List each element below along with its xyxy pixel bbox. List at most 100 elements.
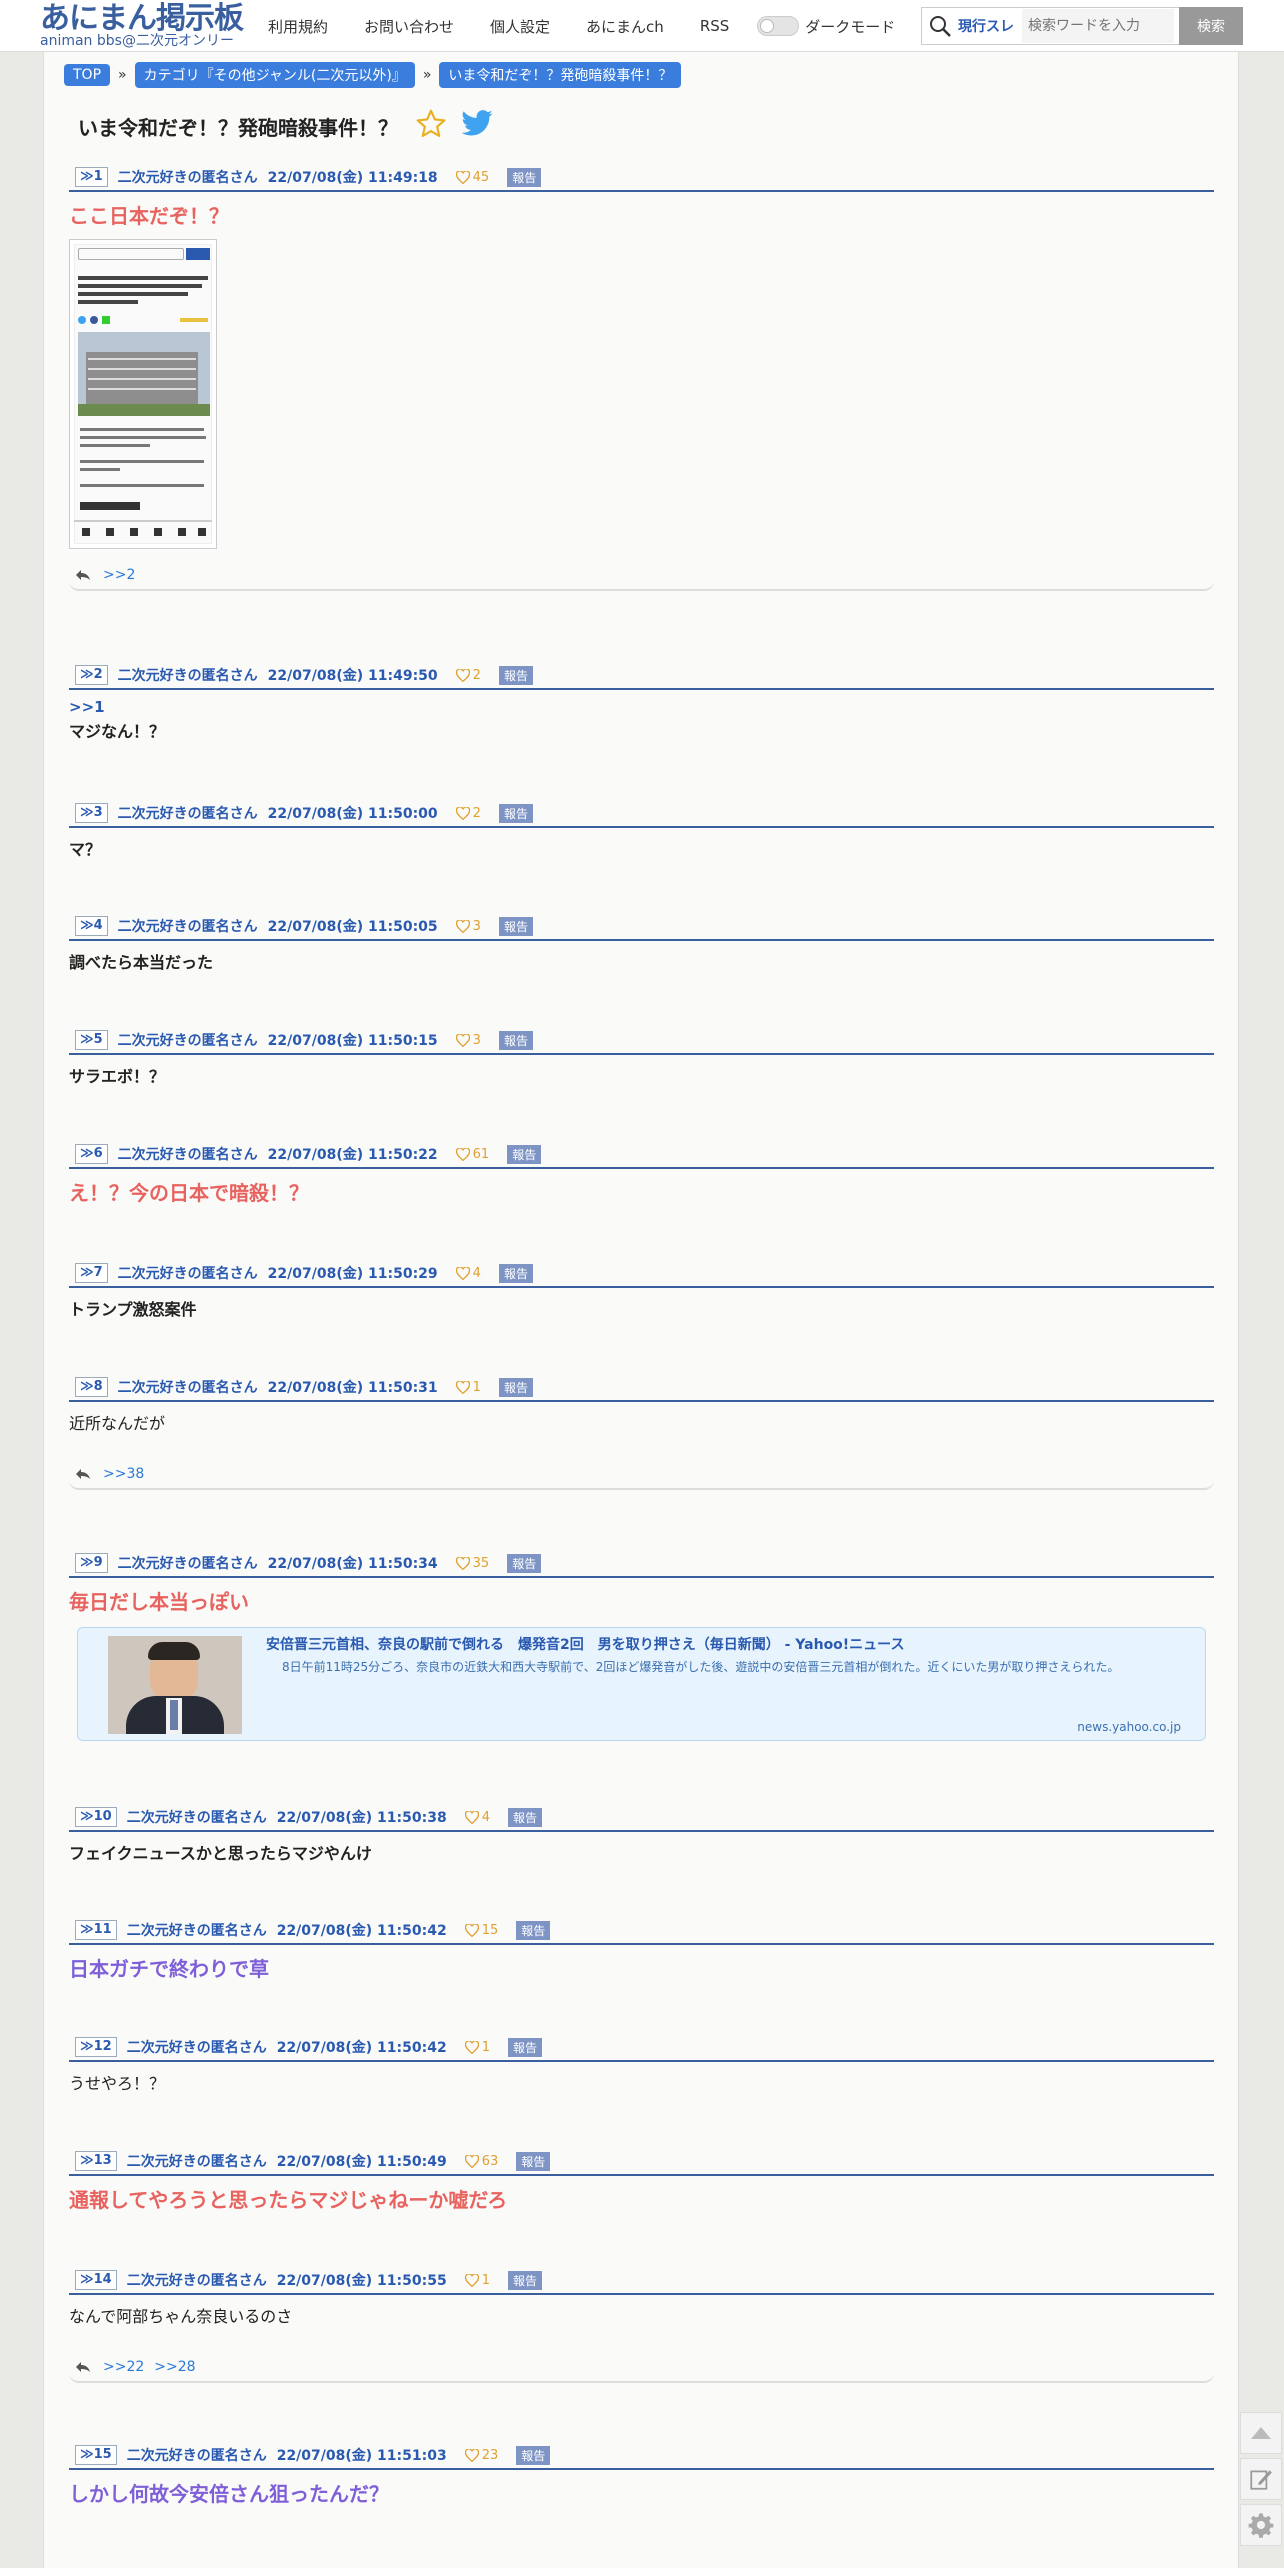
post-text: 近所なんだが (69, 1414, 166, 1433)
like-button[interactable]: 1 (464, 2040, 490, 2055)
reply-link[interactable]: >>28 (154, 2359, 195, 2375)
poster-name: 二次元好きの匿名さん (117, 1556, 258, 1572)
post-header: ≫15 二次元好きの匿名さん 22/07/08(金) 11:51:03 23 報… (69, 2442, 1214, 2470)
post-date: 22/07/08(金) 11:50:31 (267, 1380, 438, 1396)
post-number[interactable]: ≫7 (75, 1263, 108, 1283)
post-number[interactable]: ≫15 (75, 2445, 117, 2465)
report-button[interactable]: 報告 (507, 2037, 542, 2057)
like-button[interactable]: 4 (455, 1266, 481, 1281)
post-number[interactable]: ≫6 (75, 1144, 108, 1164)
report-button[interactable]: 報告 (507, 1144, 542, 1164)
report-button[interactable]: 報告 (516, 1920, 551, 1940)
post: ≫4 二次元好きの匿名さん 22/07/08(金) 11:50:05 3 報告 … (69, 913, 1214, 973)
report-button[interactable]: 報告 (507, 1807, 542, 1827)
report-button[interactable]: 報告 (498, 665, 533, 685)
like-button[interactable]: 35 (455, 1556, 489, 1571)
report-button[interactable]: 報告 (498, 1377, 533, 1397)
like-button[interactable]: 4 (464, 1810, 490, 1825)
breadcrumb-top[interactable]: TOP (64, 64, 111, 86)
toggle-track[interactable] (757, 16, 800, 36)
like-button[interactable]: 3 (455, 919, 481, 934)
like-count: 2 (472, 667, 481, 683)
post-date: 22/07/08(金) 11:49:18 (267, 170, 438, 186)
like-button[interactable]: 3 (455, 1033, 481, 1048)
like-button[interactable]: 2 (455, 667, 481, 683)
post-body: しかし何故今安倍さん狙ったんだ？ (69, 2470, 1214, 2507)
post-date: 22/07/08(金) 11:50:29 (267, 1266, 438, 1282)
reply-link[interactable]: >>2 (103, 567, 135, 583)
breadcrumb-thread[interactable]: いま令和だぞ！？発砲暗殺事件！？ (439, 62, 682, 88)
post-number[interactable]: ≫10 (75, 1807, 117, 1827)
report-button[interactable]: 報告 (507, 1553, 542, 1573)
search-icon (922, 8, 958, 44)
link-domain: news.yahoo.co.jp (1077, 1720, 1181, 1734)
heart-icon (455, 1147, 470, 1161)
anchor-link[interactable]: >>1 (69, 698, 1214, 716)
like-count: 63 (481, 2153, 499, 2169)
post-date: 22/07/08(金) 11:50:49 (276, 2154, 447, 2170)
search-scope-select[interactable]: 現行スレ (958, 16, 1014, 36)
post-number[interactable]: ≫5 (75, 1030, 108, 1050)
post-date: 22/07/08(金) 11:50:38 (276, 1810, 447, 1826)
search-input[interactable] (1022, 9, 1174, 43)
like-button[interactable]: 2 (455, 806, 481, 821)
report-button[interactable]: 報告 (498, 1263, 533, 1283)
reply-link[interactable]: >>22 (103, 2359, 144, 2375)
nav-contact[interactable]: お問い合わせ (364, 16, 454, 37)
link-title[interactable]: 安倍晋三元首相、奈良の駅前で倒れる 爆発音2回 男を取り押さえ（毎日新聞） - … (266, 1634, 905, 1654)
poster-name: 二次元好きの匿名さん (126, 2040, 267, 2056)
nav-rss[interactable]: RSS (700, 17, 729, 35)
poster-name: 二次元好きの匿名さん (126, 2448, 267, 2464)
report-button[interactable]: 報告 (498, 1030, 533, 1050)
report-button[interactable]: 報告 (498, 803, 533, 823)
report-button[interactable]: 報告 (498, 916, 533, 936)
report-button[interactable]: 報告 (507, 167, 542, 187)
link-preview-card[interactable]: 安倍晋三元首相、奈良の駅前で倒れる 爆発音2回 男を取り押さえ（毎日新聞） - … (77, 1627, 1206, 1741)
scroll-top-button[interactable] (1240, 2412, 1282, 2454)
poster-name: 二次元好きの匿名さん (126, 1923, 267, 1939)
report-button[interactable]: 報告 (516, 2151, 551, 2171)
like-button[interactable]: 61 (455, 1147, 489, 1162)
like-count: 45 (472, 169, 490, 185)
dark-mode-toggle[interactable]: ダークモード (757, 16, 895, 37)
search-button[interactable]: 検索 (1179, 7, 1243, 45)
report-button[interactable]: 報告 (516, 2445, 551, 2465)
like-button[interactable]: 23 (464, 2448, 498, 2463)
post-number[interactable]: ≫3 (75, 803, 108, 823)
like-button[interactable]: 63 (464, 2153, 499, 2169)
post-number[interactable]: ≫13 (75, 2151, 117, 2171)
poster-name: 二次元好きの匿名さん (126, 2273, 267, 2289)
settings-button[interactable] (1240, 2504, 1282, 2546)
like-button[interactable]: 15 (464, 1922, 499, 1938)
breadcrumb-category[interactable]: カテゴリ『その他ジャンル(二次元以外)』 (134, 62, 415, 88)
like-button[interactable]: 45 (455, 169, 490, 185)
post-body: なんで阿部ちゃん奈良いるのさ >>22 >>28 (69, 2295, 1214, 2383)
twitter-icon[interactable] (460, 109, 494, 143)
post-number[interactable]: ≫14 (75, 2270, 117, 2290)
nav-settings[interactable]: 個人設定 (490, 16, 550, 37)
post-number[interactable]: ≫2 (75, 665, 108, 685)
like-count: 15 (481, 1922, 499, 1938)
post-number[interactable]: ≫9 (75, 1553, 108, 1573)
like-button[interactable]: 1 (464, 2273, 490, 2288)
report-button[interactable]: 報告 (507, 2270, 542, 2290)
post-date: 22/07/08(金) 11:50:34 (267, 1556, 438, 1572)
nav-animanch[interactable]: あにまんch (586, 16, 664, 37)
attached-image[interactable] (69, 239, 217, 549)
post-text: なんで阿部ちゃん奈良いるのさ (69, 2307, 293, 2326)
reply-icon (76, 570, 90, 580)
post-number[interactable]: ≫11 (75, 1920, 117, 1940)
post-number[interactable]: ≫4 (75, 916, 108, 936)
heart-icon (464, 2040, 479, 2054)
star-icon[interactable] (414, 108, 448, 144)
post-number[interactable]: ≫12 (75, 2037, 117, 2057)
site-logo[interactable]: あにまん掲示板 animan bbs@二次元オンリー (40, 2, 250, 49)
post-number[interactable]: ≫8 (75, 1377, 108, 1397)
reply-link[interactable]: >>38 (103, 1466, 144, 1482)
nav-terms[interactable]: 利用規約 (268, 16, 328, 37)
write-post-button[interactable] (1240, 2458, 1282, 2500)
poster-name: 二次元好きの匿名さん (117, 1033, 258, 1049)
like-button[interactable]: 1 (455, 1380, 481, 1395)
heart-icon (464, 2154, 479, 2168)
post-number[interactable]: ≫1 (75, 167, 108, 187)
